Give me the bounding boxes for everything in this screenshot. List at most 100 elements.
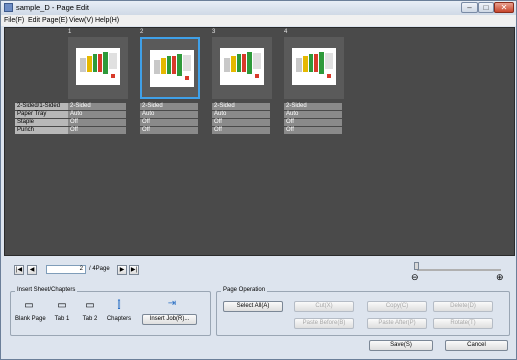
page-operation-group: Page Operation Select All(A) Cut(X) Copy… [216,287,510,336]
attr-label-punch: Punch [15,127,71,134]
window-title: sample_D - Page Edit [16,3,89,12]
preview-graphic [327,74,331,78]
attr-cell-punch: Off [140,127,198,134]
attr-cell-tray: Auto [212,111,270,118]
attr-cell-tray: Auto [68,111,126,118]
preview-graphic [111,74,115,78]
page-preview [150,50,194,87]
attr-cell-sided: 2-Sided [284,103,342,110]
attr-cell-staple: Off [284,119,342,126]
page-number-label: 2 [140,29,144,35]
preview-graphic [109,53,117,69]
attr-label-staple: Staple [15,119,71,126]
attr-cell-sided: 2-Sided [212,103,270,110]
thumbnail-frame[interactable] [140,37,200,99]
preview-graphic [253,53,261,69]
preview-graphic [93,54,97,72]
preview-graphic [255,74,259,78]
title-bar: sample_D - Page Edit – □ ✕ [1,1,516,15]
page-number-label: 4 [284,29,288,35]
select-all-button[interactable]: Select All(A) [223,301,283,312]
preview-graphic [247,52,252,74]
preview-graphic [231,56,236,72]
preview-graphic [183,55,191,71]
minimize-button[interactable]: – [461,2,478,13]
preview-graphic [325,53,333,69]
menu-view[interactable]: View(V) [69,17,93,24]
rotate-button[interactable]: Rotate(T) [433,318,493,329]
preview-graphic [80,58,86,72]
menu-edit-page[interactable]: Edit Page(E) [28,17,68,24]
preview-graphic [185,76,189,80]
preview-graphic [296,58,302,72]
prev-page-button[interactable]: ◀ [27,265,37,275]
paste-before-button[interactable]: Paste Before(B) [294,318,354,329]
blank-page-button[interactable]: ▭ Blank Page [15,300,46,326]
menu-help[interactable]: Help(H) [95,17,119,24]
tab1-button[interactable]: ▭ Tab 1 [51,300,73,326]
insert-sheet-group: Insert Sheet/Chapters ▭ Blank Page ▭ Tab… [10,287,211,336]
preview-graphic [319,52,324,74]
attr-label-tray: Paper Tray [15,111,71,118]
insert-job-icon: ⇥ [167,298,177,309]
close-button[interactable]: ✕ [494,2,514,13]
page-operation-title: Page Operation [221,287,268,293]
preview-graphic [161,58,166,74]
preview-graphic [242,54,246,72]
menu-bar: File(F) Edit Page(E) View(V) Help(H) [1,15,516,26]
page-total-label: / 4Page [89,266,110,272]
thumbnail-frame[interactable] [68,37,128,99]
attr-cell-tray: Auto [284,111,342,118]
maximize-button[interactable]: □ [478,2,494,13]
attr-cell-punch: Off [68,127,126,134]
attr-cell-punch: Off [212,127,270,134]
thumbnail-frame[interactable] [212,37,272,99]
page-number-label: 3 [212,29,216,35]
paste-after-button[interactable]: Paste After(P) [367,318,427,329]
preview-graphic [177,54,182,76]
delete-button[interactable]: Delete(D) [433,301,493,312]
thumbnail-frame[interactable] [284,37,344,99]
preview-graphic [103,52,108,74]
preview-graphic [303,56,308,72]
attr-cell-punch: Off [284,127,342,134]
insert-job-button[interactable]: Insert Job(R)... [142,314,197,325]
zoom-out-icon[interactable]: ⊖ [411,272,419,283]
preview-graphic [87,56,92,72]
preview-graphic [237,54,241,72]
preview-graphic [98,54,102,72]
tab2-icon: ▭ [85,300,95,311]
zoom-slider-thumb[interactable] [414,262,419,270]
cancel-button[interactable]: Cancel [445,340,508,351]
preview-graphic [167,56,171,74]
attr-cell-sided: 2-Sided [68,103,126,110]
cut-button[interactable]: Cut(X) [294,301,354,312]
page-canvas: 1 2 3 4 2-Sided/1-Sided Paper Tray Staple P… [4,27,515,256]
page-edit-window: sample_D - Page Edit – □ ✕ File(F) Edit … [0,0,517,360]
preview-graphic [172,56,176,74]
attr-label-sided: 2-Sided/1-Sided [15,103,71,110]
copy-button[interactable]: Copy(C) [367,301,427,312]
menu-file[interactable]: File(F) [4,17,24,24]
attr-cell-staple: Off [212,119,270,126]
page-number-input[interactable]: 2 [46,265,86,274]
attr-cell-tray: Auto [140,111,198,118]
chapters-icon: ⫿ [117,300,121,311]
preview-graphic [154,60,160,74]
next-page-button[interactable]: ▶ [117,265,127,275]
save-button[interactable]: Save(S) [369,340,433,351]
insert-group-title: Insert Sheet/Chapters [15,287,78,293]
page-preview [220,48,264,85]
last-page-button[interactable]: ▶| [129,265,139,275]
page-number-label: 1 [68,29,72,35]
tab1-icon: ▭ [57,300,67,311]
chapters-button[interactable]: ⫿ Chapters [106,300,132,326]
preview-graphic [314,54,318,72]
attr-cell-staple: Off [68,119,126,126]
first-page-button[interactable]: |◀ [14,265,24,275]
zoom-slider[interactable] [417,269,501,271]
page-preview [76,48,120,85]
preview-graphic [309,54,313,72]
tab2-button[interactable]: ▭ Tab 2 [79,300,101,326]
zoom-in-icon[interactable]: ⊕ [496,272,504,283]
